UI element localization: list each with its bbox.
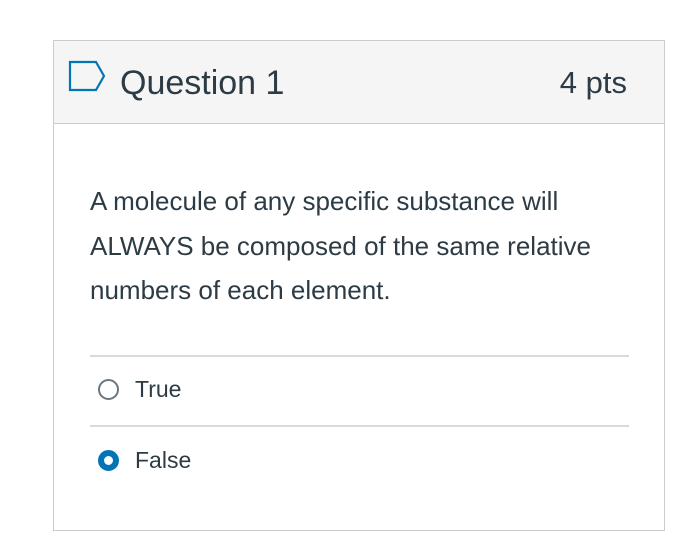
answer-divider: [90, 355, 629, 357]
radio-true[interactable]: [98, 378, 119, 400]
answer-label: False: [135, 446, 192, 473]
answer-label: True: [135, 375, 182, 402]
question-card: Question 1 4 pts A molecule of any speci…: [53, 40, 665, 531]
question-title: Question 1: [120, 64, 285, 102]
question-header: Question 1 4 pts: [54, 41, 664, 124]
radio-false[interactable]: [98, 449, 119, 471]
answer-option-true[interactable]: True: [98, 371, 181, 407]
question-points: 4 pts: [559, 65, 627, 100]
answer-option-false[interactable]: False: [98, 442, 191, 478]
answer-divider: [90, 425, 629, 427]
question-text: A molecule of any specific substance wil…: [90, 186, 591, 305]
bookmark-icon[interactable]: [68, 60, 106, 92]
